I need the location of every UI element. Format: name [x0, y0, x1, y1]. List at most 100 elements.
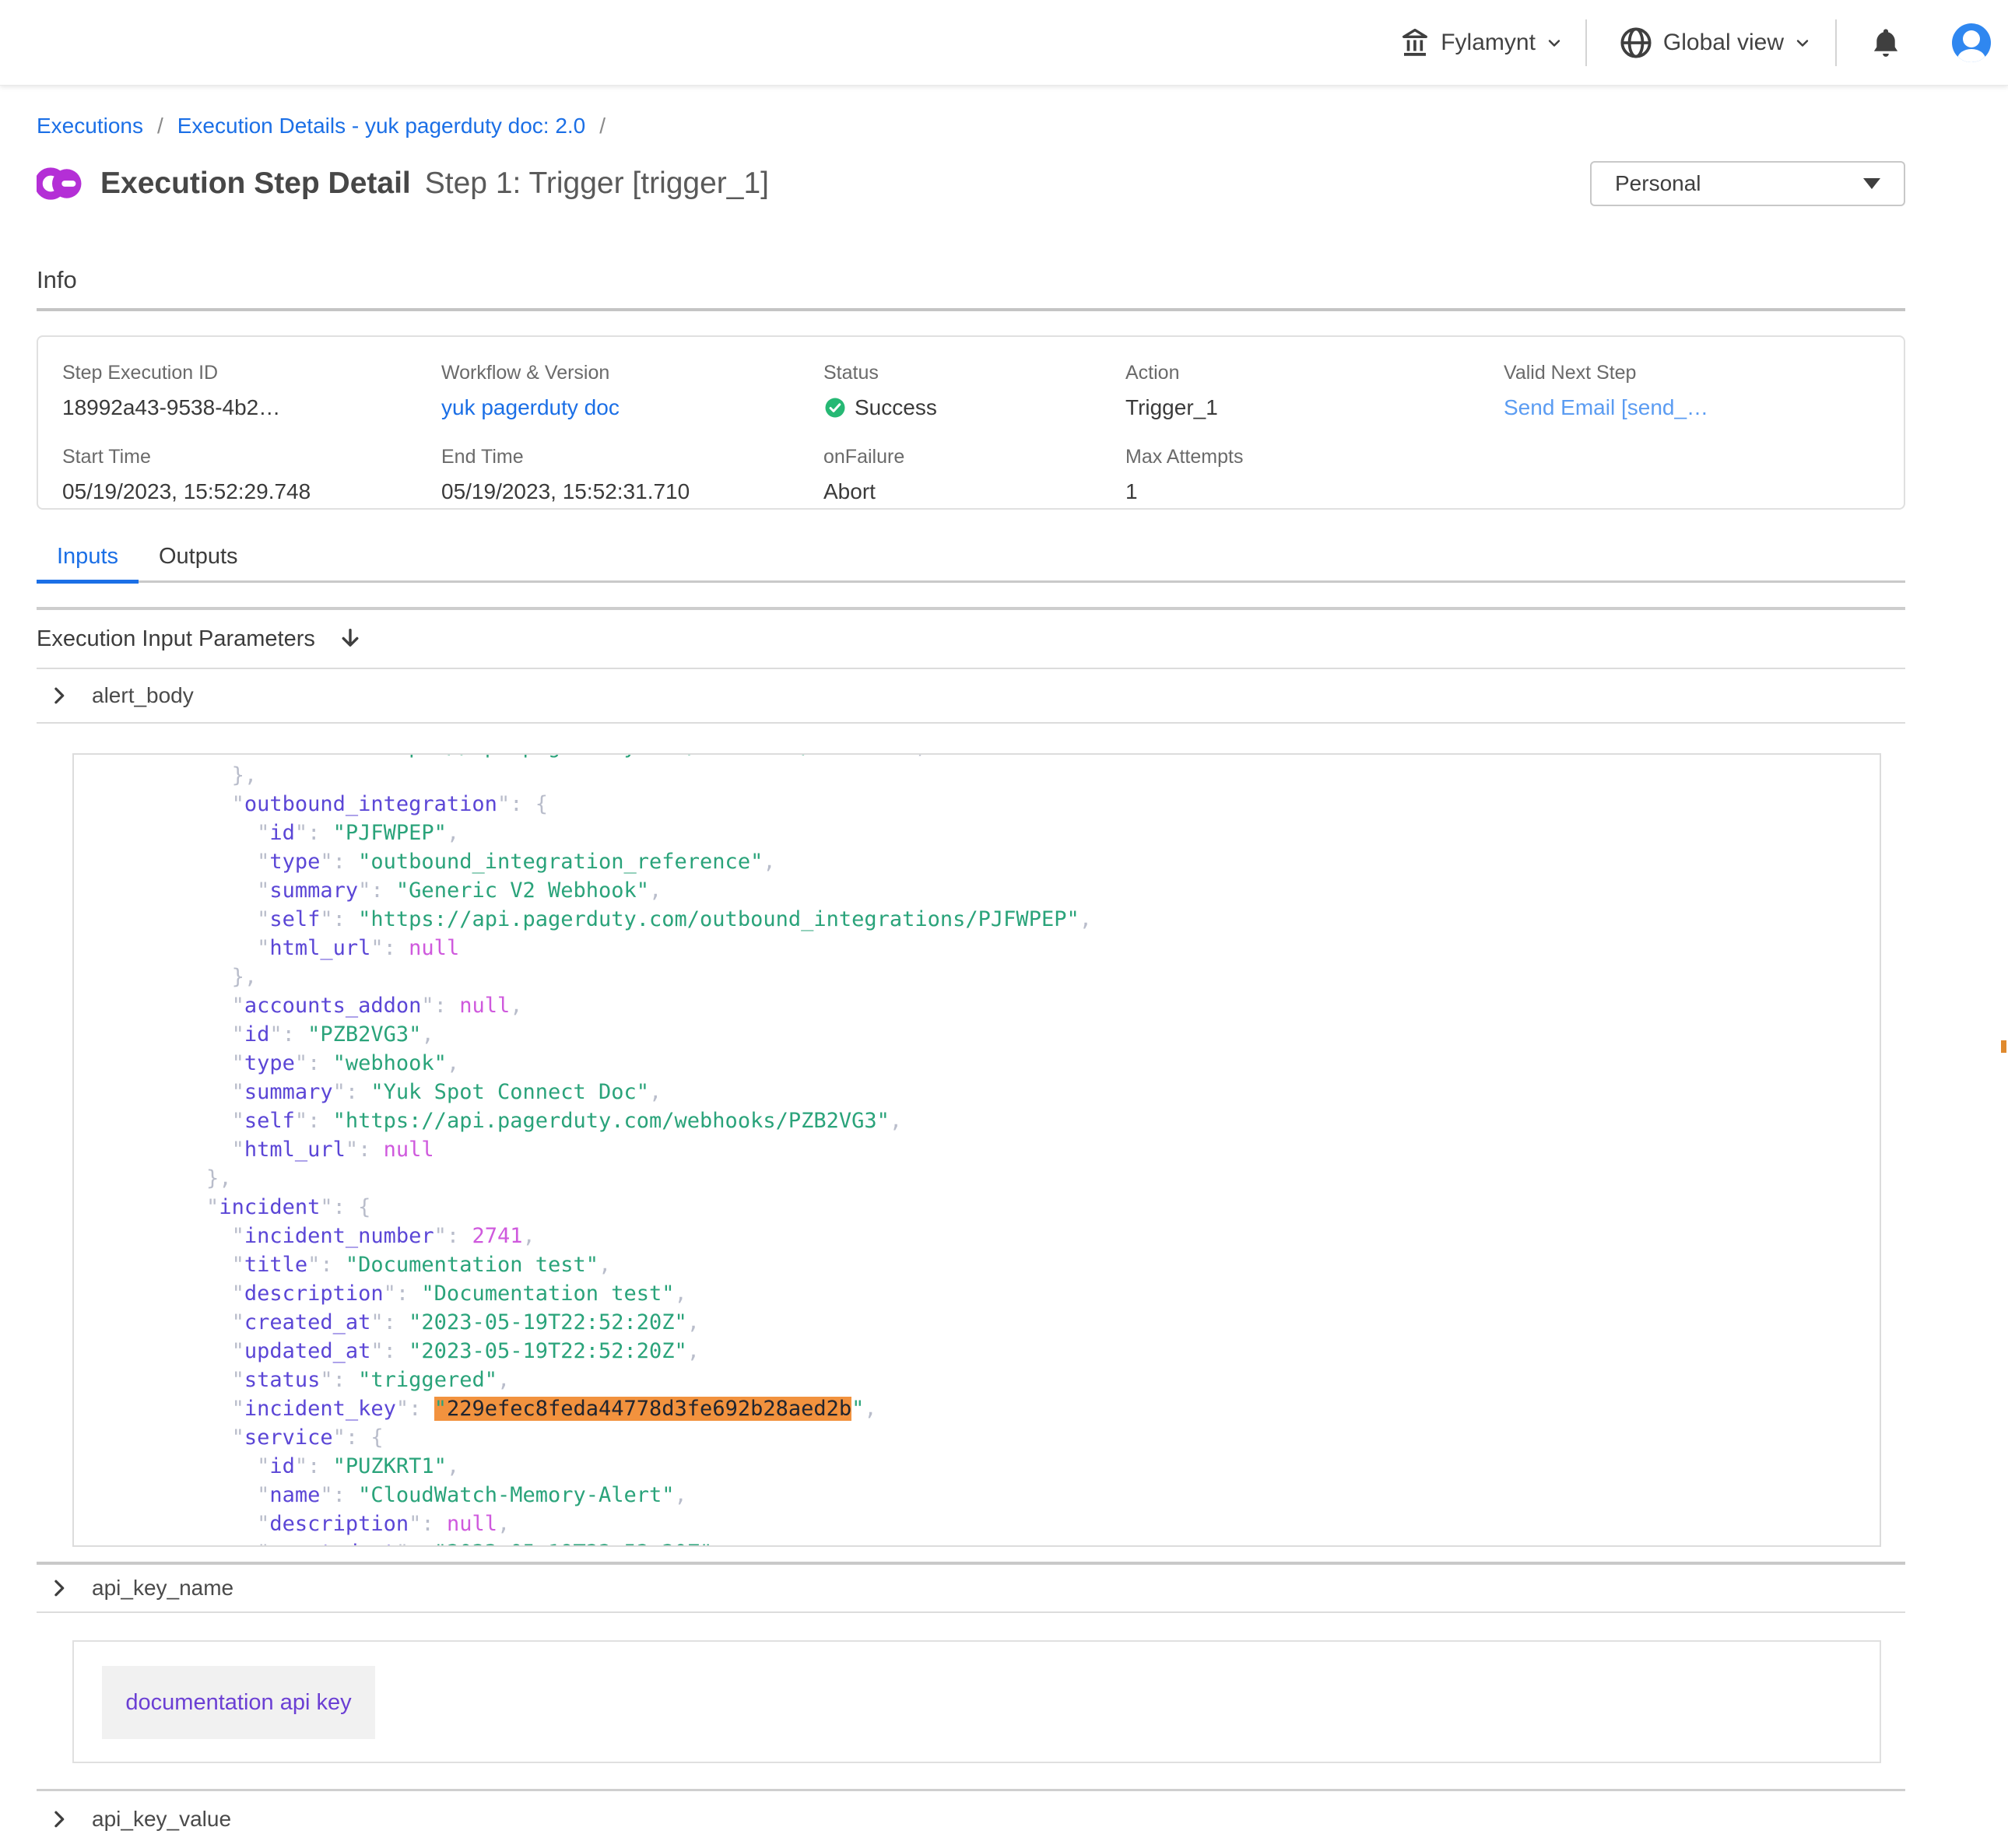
field-label: Start Time: [62, 446, 441, 468]
workflow-version-link[interactable]: yuk pagerduty doc: [441, 395, 620, 419]
section-row-api-key-name[interactable]: api_key_name: [37, 1565, 1905, 1613]
code-line: "incident": {: [105, 1193, 1880, 1222]
code-line: "accounts_addon": null,: [105, 991, 1880, 1020]
api-key-name-value-panel: documentation api key: [72, 1640, 1881, 1763]
info-field-max-attempts: Max Attempts 1: [1125, 446, 1504, 530]
code-line: "description": null,: [105, 1510, 1880, 1538]
json-code-viewer[interactable]: "self": "https://api.pagerduty.com/servi…: [72, 753, 1881, 1547]
info-field-status: Status Success: [823, 362, 1125, 446]
field-value: Trigger_1: [1125, 395, 1504, 420]
field-value: Send Email [send_…: [1504, 395, 1904, 420]
chevron-right-icon: [48, 1577, 70, 1599]
topbar-divider: [1835, 19, 1837, 66]
code-line: "id": "PUZKRT1",: [105, 1452, 1880, 1481]
search-match-scroll-marker: [2001, 1040, 2006, 1053]
code-line: "id": "PJFWPEP",: [105, 819, 1880, 847]
field-value: Abort: [823, 479, 1125, 504]
breadcrumb-separator: /: [157, 114, 163, 139]
info-field-onfailure: onFailureAbort: [823, 446, 1125, 530]
user-avatar[interactable]: [1952, 23, 1991, 62]
code-line: "created_at": "2023-05-19T22:52:20Z",: [105, 1538, 1880, 1547]
code-line: "type": "outbound_integration_reference"…: [105, 847, 1880, 876]
code-line: "description": "Documentation test",: [105, 1279, 1880, 1308]
arrow-down-icon[interactable]: [337, 626, 363, 652]
fylamynt-logo-icon: [37, 160, 85, 208]
execution-input-parameters-label: Execution Input Parameters: [37, 626, 315, 652]
chevron-right-icon: [48, 685, 70, 707]
field-value: 05/19/2023, 15:52:31.710: [441, 479, 823, 504]
code-line: "outbound_integration": {: [105, 790, 1880, 819]
field-label: Action: [1125, 362, 1504, 384]
chevron-right-icon: [48, 1808, 70, 1830]
field-value: yuk pagerduty doc: [441, 395, 823, 420]
status-text: Success: [855, 395, 937, 420]
section-label-alert-body: alert_body: [92, 683, 194, 708]
breadcrumb-separator: /: [599, 114, 606, 139]
code-line: "id": "PZB2VG3",: [105, 1020, 1880, 1049]
field-label: Step Execution ID: [62, 362, 441, 384]
view-label: Global view: [1663, 30, 1784, 56]
field-label: Max Attempts: [1125, 446, 1504, 468]
avatar-head-shape: [1963, 30, 1980, 47]
section-label-api-key-name: api_key_name: [92, 1576, 233, 1601]
select-arrow-icon: [1863, 178, 1880, 189]
json-code: "self": "https://api.pagerduty.com/servi…: [74, 753, 1880, 1547]
breadcrumb-execution-details[interactable]: Execution Details - yuk pagerduty doc: 2…: [177, 114, 586, 139]
avatar-body-shape: [1957, 49, 1985, 62]
code-line: "title": "Documentation test",: [105, 1250, 1880, 1279]
code-line: "self": "https://api.pagerduty.com/webho…: [105, 1106, 1880, 1135]
info-field-end-time: End Time 05/19/2023, 15:52:31.710: [441, 446, 823, 530]
info-field-valid-next-step: Valid Next Step Send Email [send_…: [1504, 362, 1904, 446]
tab-bar: InputsOutputs: [37, 544, 1905, 583]
section-row-alert-body[interactable]: alert_body: [37, 669, 1905, 724]
valid-next-step-link[interactable]: Send Email [send_…: [1504, 395, 1708, 419]
main-content: Executions / Execution Details - yuk pag…: [0, 112, 2008, 1847]
code-line: },: [105, 963, 1880, 991]
info-field-step-execution-id: Step Execution ID 18992a43-9538-4b2…: [62, 362, 441, 446]
field-value: 1: [1125, 479, 1504, 504]
code-line: },: [105, 1164, 1880, 1193]
field-value: 18992a43-9538-4b2…: [62, 395, 441, 420]
code-line: "created_at": "2023-05-19T22:52:20Z",: [105, 1308, 1880, 1337]
field-value: 05/19/2023, 15:52:29.748: [62, 479, 441, 504]
topbar-divider: [1585, 19, 1587, 66]
org-switcher[interactable]: Fylamynt: [1399, 26, 1564, 59]
info-field-action: Action Trigger_1: [1125, 362, 1504, 446]
section-row-api-key-value[interactable]: api_key_value: [37, 1791, 1905, 1847]
bell-icon[interactable]: [1868, 25, 1904, 61]
info-field-workflow-version: Workflow & Versionyuk pagerduty doc: [441, 362, 823, 446]
org-label: Fylamynt: [1441, 30, 1536, 56]
code-line: "type": "webhook",: [105, 1049, 1880, 1078]
code-line: "incident_number": 2741,: [105, 1222, 1880, 1250]
field-label: Status: [823, 362, 1125, 384]
scope-select-value: Personal: [1615, 171, 1701, 196]
code-line: "summary": "Yuk Spot Connect Doc",: [105, 1078, 1880, 1106]
code-line: "name": "CloudWatch-Memory-Alert",: [105, 1481, 1880, 1510]
api-key-name-chip: documentation api key: [102, 1666, 375, 1739]
section-label-api-key-value: api_key_value: [92, 1807, 231, 1832]
code-line: },: [105, 761, 1880, 790]
globe-icon: [1618, 25, 1654, 61]
scope-select[interactable]: Personal: [1590, 161, 1905, 206]
code-line: "status": "triggered",: [105, 1366, 1880, 1394]
page-title: Execution Step Detail: [100, 167, 411, 201]
view-switcher[interactable]: Global view: [1618, 25, 1812, 61]
success-icon: [823, 396, 847, 419]
code-line: "html_url": null: [105, 1135, 1880, 1164]
page-subtitle: Step 1: Trigger [trigger_1]: [425, 167, 769, 201]
tab-inputs[interactable]: Inputs: [37, 544, 139, 580]
code-line: "updated_at": "2023-05-19T22:52:20Z",: [105, 1337, 1880, 1366]
tab-outputs[interactable]: Outputs: [139, 544, 258, 580]
field-label: Valid Next Step: [1504, 362, 1904, 384]
breadcrumb-executions[interactable]: Executions: [37, 114, 143, 139]
chevron-down-icon: [1545, 33, 1564, 52]
info-field-start-time: Start Time 05/19/2023, 15:52:29.748: [62, 446, 441, 530]
code-line: "summary": "Generic V2 Webhook",: [105, 876, 1880, 905]
info-card: Step Execution ID 18992a43-9538-4b2…Workf…: [37, 335, 1905, 510]
chevron-down-icon: [1793, 33, 1812, 52]
breadcrumb: Executions / Execution Details - yuk pag…: [37, 112, 1905, 140]
field-value: Success: [823, 395, 1125, 420]
bank-icon: [1399, 26, 1431, 59]
field-label: End Time: [441, 446, 823, 468]
code-line: "self": "https://api.pagerduty.com/servi…: [105, 753, 1880, 761]
